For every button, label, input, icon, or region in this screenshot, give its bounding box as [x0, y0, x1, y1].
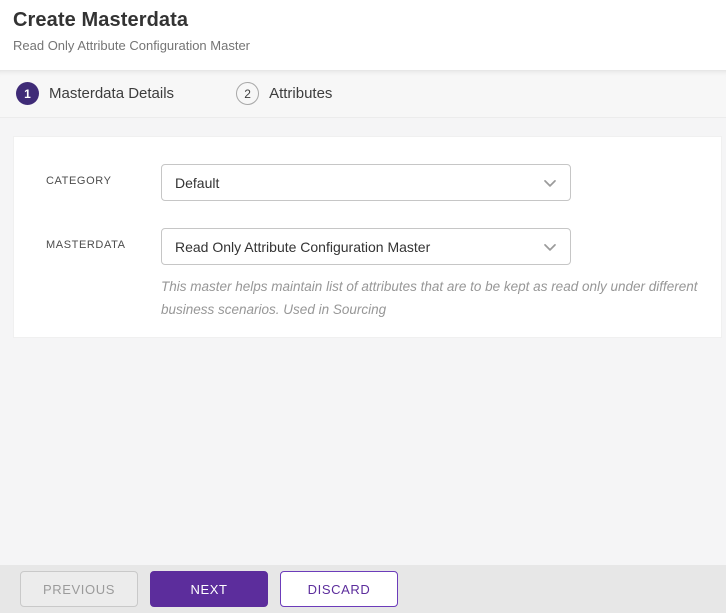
page-header: Create Masterdata Read Only Attribute Co…	[0, 0, 726, 70]
next-button[interactable]: NEXT	[150, 571, 268, 607]
step-indicator: 1 Masterdata Details 2 Attributes	[0, 70, 726, 118]
step-2-badge: 2	[236, 82, 260, 105]
masterdata-select-value: Read Only Attribute Configuration Master	[175, 238, 431, 255]
category-row: CATEGORY Default	[46, 164, 721, 201]
discard-button[interactable]: DISCARD	[280, 571, 398, 607]
masterdata-help-text: This master helps maintain list of attri…	[161, 279, 698, 317]
step-1-label: Masterdata Details	[49, 85, 175, 102]
previous-button[interactable]: PREVIOUS	[20, 571, 138, 607]
category-select[interactable]: Default	[161, 164, 571, 201]
category-select-value: Default	[175, 174, 220, 191]
step-masterdata-details[interactable]: 1 Masterdata Details	[16, 82, 174, 105]
footer-action-bar: PREVIOUS NEXT DISCARD	[0, 565, 726, 613]
masterdata-details-card: CATEGORY Default MASTERDATA Read Only At…	[13, 136, 722, 338]
step-2-label: Attributes	[269, 85, 333, 102]
masterdata-row: MASTERDATA Read Only Attribute Configura…	[46, 228, 721, 321]
masterdata-field-group: Read Only Attribute Configuration Master…	[161, 228, 713, 321]
step-1-badge: 1	[16, 82, 39, 105]
masterdata-select[interactable]: Read Only Attribute Configuration Master	[161, 228, 571, 265]
masterdata-label: MASTERDATA	[46, 239, 126, 251]
step-attributes[interactable]: 2 Attributes	[236, 82, 332, 105]
category-label: CATEGORY	[46, 175, 112, 187]
create-masterdata-page: Create Masterdata Read Only Attribute Co…	[0, 0, 726, 613]
page-title: Create Masterdata	[13, 9, 189, 31]
chevron-down-icon	[540, 173, 560, 193]
chevron-down-icon	[540, 237, 560, 257]
page-subtitle: Read Only Attribute Configuration Master	[13, 38, 251, 53]
